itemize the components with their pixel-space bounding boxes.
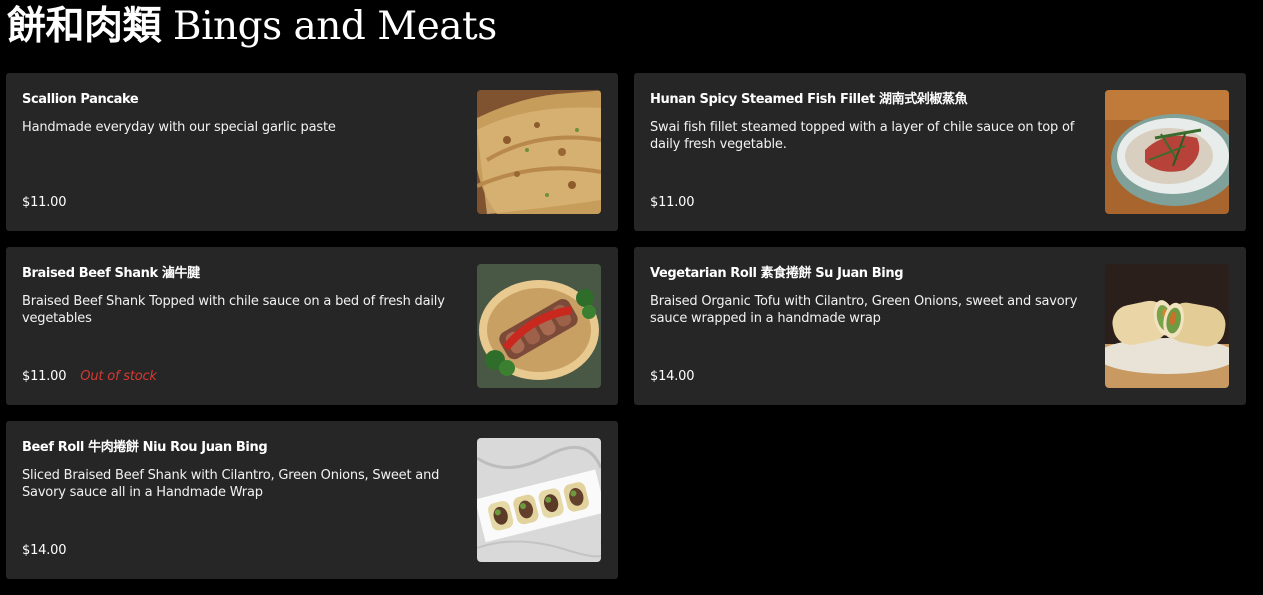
menu-item-description: Braised Organic Tofu with Cilantro, Gree… [650, 294, 1078, 326]
menu-item-grid: Scallion Pancake Handmade everyday with … [6, 73, 1246, 579]
menu-item-card[interactable]: Braised Beef Shank 滷牛腱 Braised Beef Shan… [6, 247, 618, 405]
scallion-pancake-photo[interactable] [477, 90, 601, 214]
menu-item-footer: $14.00 [650, 369, 694, 385]
menu-item-card[interactable]: Hunan Spicy Steamed Fish Fillet 湖南式剁椒蒸魚 … [634, 73, 1246, 231]
section-title-zh: 餅和肉類 [7, 4, 162, 49]
menu-item-price: $14.00 [22, 543, 67, 558]
menu-item-name: Hunan Spicy Steamed Fish Fillet 湖南式剁椒蒸魚 [650, 92, 968, 107]
menu-item-description: Handmade everyday with our special garli… [22, 120, 336, 135]
menu-item-name: Beef Roll 牛肉捲餅 Niu Rou Juan Bing [22, 440, 268, 455]
beef-roll-photo[interactable] [477, 438, 601, 562]
menu-item-name: Braised Beef Shank 滷牛腱 [22, 266, 200, 281]
vegetarian-roll-photo[interactable] [1105, 264, 1229, 388]
menu-item-description: Braised Beef Shank Topped with chile sau… [22, 294, 445, 326]
menu-item-description: Swai fish fillet steamed topped with a l… [650, 120, 1075, 152]
menu-item-price: $11.00 [650, 195, 695, 210]
menu-item-name: Scallion Pancake [22, 92, 139, 107]
menu-item-card[interactable]: Beef Roll 牛肉捲餅 Niu Rou Juan Bing Sliced … [6, 421, 618, 579]
menu-item-name: Vegetarian Roll 素食捲餅 Su Juan Bing [650, 266, 904, 281]
menu-item-footer: $11.00 [22, 195, 66, 211]
menu-item-card[interactable]: Vegetarian Roll 素食捲餅 Su Juan Bing Braise… [634, 247, 1246, 405]
menu-item-price: $14.00 [650, 369, 695, 384]
out-of-stock-label: Out of stock [80, 369, 157, 384]
beef-shank-photo[interactable] [477, 264, 601, 388]
menu-item-price: $11.00 [22, 369, 67, 384]
menu-item-footer: $11.00 [650, 195, 694, 211]
menu-item-price: $11.00 [22, 195, 67, 210]
steamed-fish-photo[interactable] [1105, 90, 1229, 214]
menu-item-footer: $11.00 Out of stock [22, 369, 157, 385]
menu-item-footer: $14.00 [22, 543, 66, 559]
menu-item-card[interactable]: Scallion Pancake Handmade everyday with … [6, 73, 618, 231]
menu-item-description: Sliced Braised Beef Shank with Cilantro,… [22, 468, 440, 500]
section-title: 餅和肉類 Bings and Meats [7, 3, 497, 51]
section-title-en: Bings and Meats [172, 4, 497, 49]
